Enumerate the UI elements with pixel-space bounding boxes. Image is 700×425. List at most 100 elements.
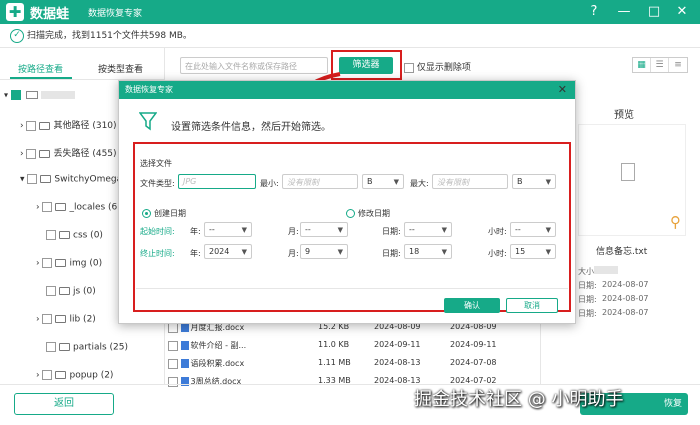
- create-date-radio[interactable]: [142, 209, 151, 218]
- divider: [0, 47, 700, 48]
- drive-icon: [25, 91, 38, 99]
- file-icon: [621, 163, 635, 181]
- only-deleted-toggle[interactable]: 仅显示删除项: [404, 60, 471, 73]
- only-deleted-label: 仅显示删除项: [416, 63, 471, 73]
- folder-icon: [59, 231, 70, 239]
- preview-area: ⚲: [578, 124, 686, 236]
- tree-item[interactable]: › _locales (6): [36, 202, 121, 213]
- month-label: 月:: [288, 227, 299, 236]
- file-type-input[interactable]: JPG: [178, 174, 256, 189]
- tree-root[interactable]: ▾: [4, 90, 75, 101]
- funnel-icon: [138, 111, 158, 131]
- file-row[interactable]: 软件介绍 - 副... 11.0 KB 2024-09-11 2024-09-11: [168, 340, 497, 351]
- view-switcher: ▦ ☰ ≡: [632, 57, 688, 73]
- preview-date-label: 日期:: [578, 295, 597, 304]
- folder-icon: [59, 343, 70, 351]
- watermark-text: 掘金技术社区 @ 小明助手: [414, 389, 624, 410]
- grid-view-icon[interactable]: ▦: [633, 58, 651, 72]
- start-year-select[interactable]: -- ▼: [204, 222, 252, 237]
- folder-icon: [40, 175, 52, 183]
- scan-status-text: 扫描完成，找到1151个文件共598 MB。: [27, 31, 192, 41]
- max-size-label: 最大:: [410, 179, 429, 188]
- start-hour-select[interactable]: -- ▼: [510, 222, 556, 237]
- app-subtitle: 数据恢复专家: [88, 9, 143, 19]
- modify-date-radio[interactable]: [346, 209, 355, 218]
- file-row[interactable]: 3周总结.docx 1.33 MB 2024-08-13 2024-07-02: [168, 376, 497, 387]
- tree-item[interactable]: › lib (2): [36, 314, 96, 325]
- folder-icon: [39, 121, 51, 130]
- dialog-title: 数据恢复专家: [125, 85, 173, 94]
- tab-by-type[interactable]: 按类型查看: [98, 62, 143, 75]
- app-name: 数据蛙: [30, 7, 70, 22]
- preview-date-value: 2024-08-07: [602, 294, 649, 303]
- start-time-label: 起始时间:: [140, 227, 175, 236]
- scan-status: ✓ 扫描完成，找到1151个文件共598 MB。: [10, 27, 192, 45]
- folder-icon: [55, 203, 67, 211]
- back-button[interactable]: 返回: [14, 393, 114, 415]
- tree-item[interactable]: › img (0): [36, 258, 102, 269]
- end-year-select[interactable]: 2024 ▼: [204, 244, 252, 259]
- modify-date-option[interactable]: 修改日期: [346, 208, 390, 219]
- check-icon: ✓: [10, 28, 24, 43]
- min-size-input[interactable]: 没有限制: [282, 174, 358, 189]
- dialog-close-icon[interactable]: ✕: [558, 81, 567, 99]
- day-label: 日期:: [382, 227, 401, 236]
- folder-icon: [55, 259, 67, 267]
- tree-item[interactable]: › 其他路径 (310): [20, 118, 117, 131]
- start-day-select[interactable]: -- ▼: [404, 222, 452, 237]
- cancel-button[interactable]: 取消: [506, 298, 558, 313]
- zoom-icon[interactable]: ⚲: [670, 213, 681, 231]
- preview-size-value: [594, 266, 618, 274]
- maximize-icon[interactable]: □: [646, 3, 662, 21]
- tree-checkbox[interactable]: [10, 90, 21, 100]
- tree-item[interactable]: › popup (2): [36, 370, 113, 381]
- file-row[interactable]: 语段积累.docx 1.11 MB 2024-08-13 2024-07-08: [168, 358, 497, 369]
- max-size-input[interactable]: 没有限制: [432, 174, 508, 189]
- end-time-label: 终止时间:: [140, 249, 175, 258]
- year-label: 年:: [190, 249, 201, 258]
- dialog-divider: [136, 288, 568, 289]
- minimize-icon[interactable]: —: [616, 3, 632, 21]
- end-month-select[interactable]: 9 ▼: [300, 244, 348, 259]
- section-label: 选择文件: [140, 159, 172, 168]
- preview-date-label: 日期:: [578, 309, 597, 318]
- folder-icon: [55, 315, 67, 323]
- confirm-button[interactable]: 确认: [444, 298, 500, 313]
- tree-item[interactable]: css (0): [46, 230, 103, 241]
- min-unit-select[interactable]: B ▼: [362, 174, 404, 189]
- start-month-select[interactable]: -- ▼: [300, 222, 348, 237]
- tree-item[interactable]: js (0): [46, 286, 96, 297]
- only-deleted-checkbox[interactable]: [404, 62, 414, 73]
- detail-view-icon[interactable]: ≡: [669, 58, 687, 72]
- help-icon[interactable]: ?: [586, 3, 602, 21]
- hour-label: 小时:: [488, 227, 507, 236]
- max-unit-select[interactable]: B ▼: [512, 174, 556, 189]
- tree-item[interactable]: › 丢失路径 (455): [20, 146, 117, 159]
- tree-root-label: [40, 91, 75, 99]
- folder-icon: [39, 149, 51, 158]
- title-bar: ✚ 数据蛙 数据恢复专家 ? — □ ✕: [0, 0, 700, 24]
- tab-by-path[interactable]: 按路径查看: [18, 62, 63, 75]
- hour-label: 小时:: [488, 249, 507, 258]
- preview-title: 预览: [614, 110, 634, 121]
- list-view-icon[interactable]: ☰: [651, 58, 669, 72]
- tree-item[interactable]: partials (25): [46, 342, 128, 353]
- preview-filename: 信息备忘.txt: [596, 247, 648, 257]
- create-date-option[interactable]: 创建日期: [142, 208, 186, 219]
- doc-icon: [180, 341, 189, 350]
- doc-icon: [180, 323, 189, 332]
- year-label: 年:: [190, 227, 201, 236]
- preview-date-label: 日期:: [578, 281, 597, 290]
- tree-item[interactable]: ▾ SwitchyOmega: [20, 174, 122, 185]
- file-type-label: 文件类型:: [140, 179, 175, 188]
- preview-date-value: 2024-08-07: [602, 280, 649, 289]
- doc-icon: [180, 359, 189, 368]
- end-day-select[interactable]: 18 ▼: [404, 244, 452, 259]
- app-logo-icon: ✚: [6, 3, 24, 21]
- month-label: 月:: [288, 249, 299, 258]
- dialog-titlebar: 数据恢复专家: [119, 81, 575, 99]
- end-hour-select[interactable]: 15 ▼: [510, 244, 556, 259]
- preview-date-value: 2024-08-07: [602, 308, 649, 317]
- close-icon[interactable]: ✕: [674, 3, 690, 21]
- folder-icon: [55, 371, 67, 379]
